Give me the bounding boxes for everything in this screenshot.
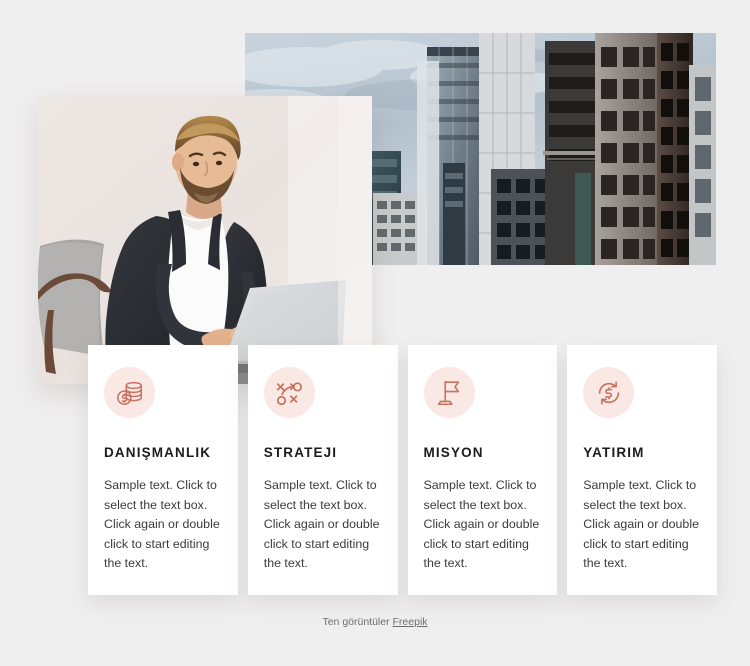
- credit-prefix: Ten görüntüler: [322, 616, 393, 628]
- card-body: Sample text. Click to select the text bo…: [583, 478, 699, 570]
- card-title: YATIRIM: [583, 445, 645, 460]
- page-canvas: DANIŞMANLIK Sample text. Click to select…: [0, 0, 750, 666]
- coins-stack-dollar-icon: [104, 367, 155, 418]
- feature-card-misyon[interactable]: MISYON Sample text. Click to select the …: [407, 345, 558, 595]
- card-body: Sample text. Click to select the text bo…: [104, 478, 220, 570]
- card-body: Sample text. Click to select the text bo…: [423, 478, 540, 570]
- image-credit: Ten görüntüler Freepik: [0, 616, 750, 628]
- feature-card-strateji[interactable]: STRATEJI Sample text. Click to select th…: [247, 345, 398, 595]
- card-body: Sample text. Click to select the text bo…: [263, 478, 380, 570]
- card-title: DANIŞMANLIK: [104, 445, 212, 460]
- dollar-refresh-arrows-icon: [583, 367, 635, 418]
- card-title: STRATEJI: [263, 445, 338, 460]
- freepik-link[interactable]: Freepik: [393, 616, 428, 628]
- feature-card-yatirim[interactable]: YATIRIM Sample text. Click to select the…: [567, 345, 717, 595]
- businessman-illustration: [38, 96, 372, 384]
- feature-card-danismanlik[interactable]: DANIŞMANLIK Sample text. Click to select…: [88, 345, 238, 595]
- flag-on-stand-icon: [423, 367, 475, 418]
- strategy-playbook-icon: [263, 367, 315, 418]
- businessman-laptop-photo: [38, 96, 372, 384]
- card-title: MISYON: [423, 445, 484, 460]
- feature-cards-row: DANIŞMANLIK Sample text. Click to select…: [88, 345, 717, 595]
